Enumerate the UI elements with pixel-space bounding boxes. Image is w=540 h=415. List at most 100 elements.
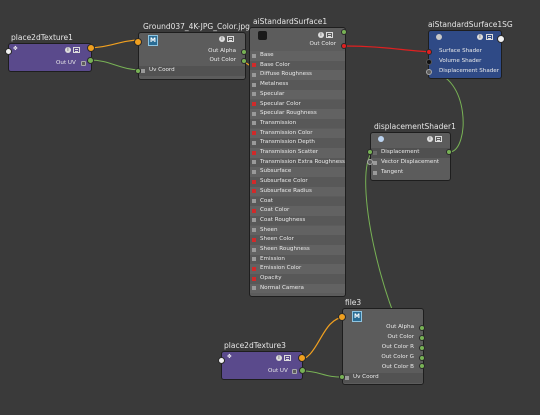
- attr-label: Transmission: [260, 119, 297, 126]
- list-icon[interactable]: [435, 136, 442, 142]
- place2d1-output-port[interactable]: [87, 44, 95, 52]
- file3-out-alpha-port[interactable]: [419, 325, 425, 331]
- ground037-input-port[interactable]: [134, 38, 142, 46]
- info-icon[interactable]: i: [318, 32, 324, 38]
- attr-opacity[interactable]: Opacity: [250, 274, 345, 284]
- volume-shader-attr[interactable]: Volume Shader: [429, 57, 501, 67]
- tangent-swatch: [373, 170, 377, 175]
- surface-shader-attr[interactable]: Surface Shader: [429, 47, 501, 57]
- attr-metalness[interactable]: Metalness: [250, 80, 345, 90]
- move-handle-icon[interactable]: ✥: [227, 354, 232, 360]
- attr-swatch: [252, 208, 256, 213]
- out-color-attr[interactable]: Out Color: [343, 333, 423, 343]
- attr-emission-color[interactable]: Emission Color: [250, 264, 345, 274]
- place2d3-uv-port[interactable]: [299, 367, 306, 374]
- file3-out-color-g-port[interactable]: [419, 355, 425, 361]
- node-body[interactable]: M Out Alpha Out Color Out Color R Out Co…: [342, 308, 424, 385]
- surface-out-port-1[interactable]: [341, 29, 347, 35]
- file3-out-color-port[interactable]: [419, 335, 425, 341]
- attr-transmission-depth[interactable]: Transmission Depth: [250, 138, 345, 148]
- node-body[interactable]: i Displacement Vector Displacement Tange…: [370, 132, 451, 181]
- info-icon[interactable]: i: [427, 136, 433, 142]
- place2d1-uv-port[interactable]: [87, 57, 94, 64]
- attr-swatch: [252, 111, 256, 116]
- attr-specular-roughness[interactable]: Specular Roughness: [250, 109, 345, 119]
- out-color-attr[interactable]: Out Color: [250, 40, 345, 50]
- attr-sheen-color[interactable]: Sheen Color: [250, 235, 345, 245]
- list-icon[interactable]: [486, 34, 493, 40]
- out-color-label: Out Color: [209, 57, 236, 63]
- uv-coord-attr[interactable]: Uv Coord: [343, 373, 423, 383]
- file3-out-color-r-port[interactable]: [419, 345, 425, 351]
- out-uv-port[interactable]: [292, 369, 297, 374]
- attr-specular-color[interactable]: Specular Color: [250, 99, 345, 109]
- node-body[interactable]: ✥ i Out UV: [221, 351, 303, 380]
- file3-input-port[interactable]: [338, 313, 346, 321]
- out-color-b-attr[interactable]: Out Color B: [343, 363, 423, 373]
- attr-transmission-color[interactable]: Transmission Color: [250, 128, 345, 139]
- ground037-out-color-port[interactable]: [241, 58, 247, 64]
- node-title: Ground037_4K-JPG_Color.jpg: [143, 22, 250, 31]
- ground037-uvcoord-port[interactable]: [135, 68, 141, 74]
- displacement-in-port[interactable]: [367, 149, 373, 155]
- list-icon[interactable]: [284, 355, 291, 361]
- attr-transmission-extra-roughness[interactable]: Transmission Extra Roughness: [250, 157, 345, 168]
- attr-coat-color[interactable]: Coat Color: [250, 206, 345, 216]
- uv-coord-attr[interactable]: Uv Coord: [139, 66, 245, 76]
- file3-out-color-b-port[interactable]: [419, 363, 425, 369]
- displacement-shader-port[interactable]: [426, 69, 432, 75]
- info-icon[interactable]: i: [477, 34, 483, 40]
- attr-transmission[interactable]: Transmission: [250, 118, 345, 129]
- surface-shader-port[interactable]: [426, 49, 432, 55]
- info-icon[interactable]: i: [219, 36, 225, 42]
- list-icon[interactable]: [227, 36, 234, 42]
- vector-displacement-port[interactable]: [367, 159, 373, 165]
- displacement-shader-attr[interactable]: Displacement Shader: [429, 67, 501, 77]
- displacement-out-port[interactable]: [446, 149, 452, 155]
- attr-subsurface-radius[interactable]: Subsurface Radius: [250, 186, 345, 197]
- attr-specular[interactable]: Specular: [250, 89, 345, 100]
- place2d3-output-port[interactable]: [298, 354, 306, 362]
- info-icon[interactable]: i: [65, 47, 71, 53]
- attr-diffuse-roughness[interactable]: Diffuse Roughness: [250, 70, 345, 80]
- attr-normal-camera[interactable]: Normal Camera: [250, 283, 345, 294]
- ground037-out-alpha-port[interactable]: [241, 49, 247, 55]
- attr-coat-roughness[interactable]: Coat Roughness: [250, 215, 345, 226]
- surface-out-color-port[interactable]: [341, 43, 347, 49]
- move-handle-icon[interactable]: ✥: [13, 46, 18, 52]
- attr-emission[interactable]: Emission: [250, 254, 345, 265]
- attr-subsurface-color[interactable]: Subsurface Color: [250, 177, 345, 187]
- sg-output-port[interactable]: [497, 35, 505, 43]
- file3-uvcoord-port[interactable]: [339, 374, 345, 380]
- volume-shader-port[interactable]: [426, 59, 432, 65]
- attr-coat[interactable]: Coat: [250, 196, 345, 206]
- attr-subsurface[interactable]: Subsurface: [250, 167, 345, 177]
- node-body[interactable]: ✥ i Out UV: [8, 43, 92, 72]
- node-body[interactable]: i Surface Shader Volume Shader Displacem…: [428, 30, 502, 79]
- attr-base-color[interactable]: Base Color: [250, 60, 345, 71]
- out-color-attr[interactable]: Out Color: [139, 56, 245, 66]
- place2d3-input-port[interactable]: [218, 357, 225, 364]
- attr-base[interactable]: Base: [250, 51, 345, 61]
- list-icon[interactable]: [73, 47, 80, 53]
- displacement-attr[interactable]: Displacement: [371, 148, 450, 158]
- attr-transmission-scatter[interactable]: Transmission Scatter: [250, 148, 345, 158]
- node-body[interactable]: M i Out Alpha Out Color Uv Coord: [138, 32, 246, 80]
- attr-swatch: [252, 53, 256, 58]
- out-color-b-label: Out Color B: [381, 364, 414, 370]
- attr-label: Transmission Depth: [260, 139, 315, 146]
- node-body[interactable]: i Out Color Base Base Color Diffuse Roughn…: [249, 27, 346, 297]
- info-icon[interactable]: i: [276, 355, 282, 361]
- out-color-g-label: Out Color G: [381, 354, 414, 360]
- attr-sheen[interactable]: Sheen: [250, 225, 345, 236]
- node-editor-graph[interactable]: place2dTexture1 ✥ i Out UV Ground037_4K-…: [0, 0, 540, 415]
- tangent-attr[interactable]: Tangent: [371, 168, 450, 178]
- list-icon[interactable]: [326, 32, 333, 38]
- out-uv-port[interactable]: [81, 61, 86, 66]
- out-color-g-attr[interactable]: Out Color G: [343, 353, 423, 363]
- vector-displacement-attr[interactable]: Vector Displacement: [371, 158, 450, 168]
- out-alpha-attr[interactable]: Out Alpha: [343, 323, 423, 333]
- attr-sheen-roughness[interactable]: Sheen Roughness: [250, 245, 345, 255]
- out-color-r-attr[interactable]: Out Color R: [343, 343, 423, 353]
- place2d1-input-port[interactable]: [5, 48, 12, 55]
